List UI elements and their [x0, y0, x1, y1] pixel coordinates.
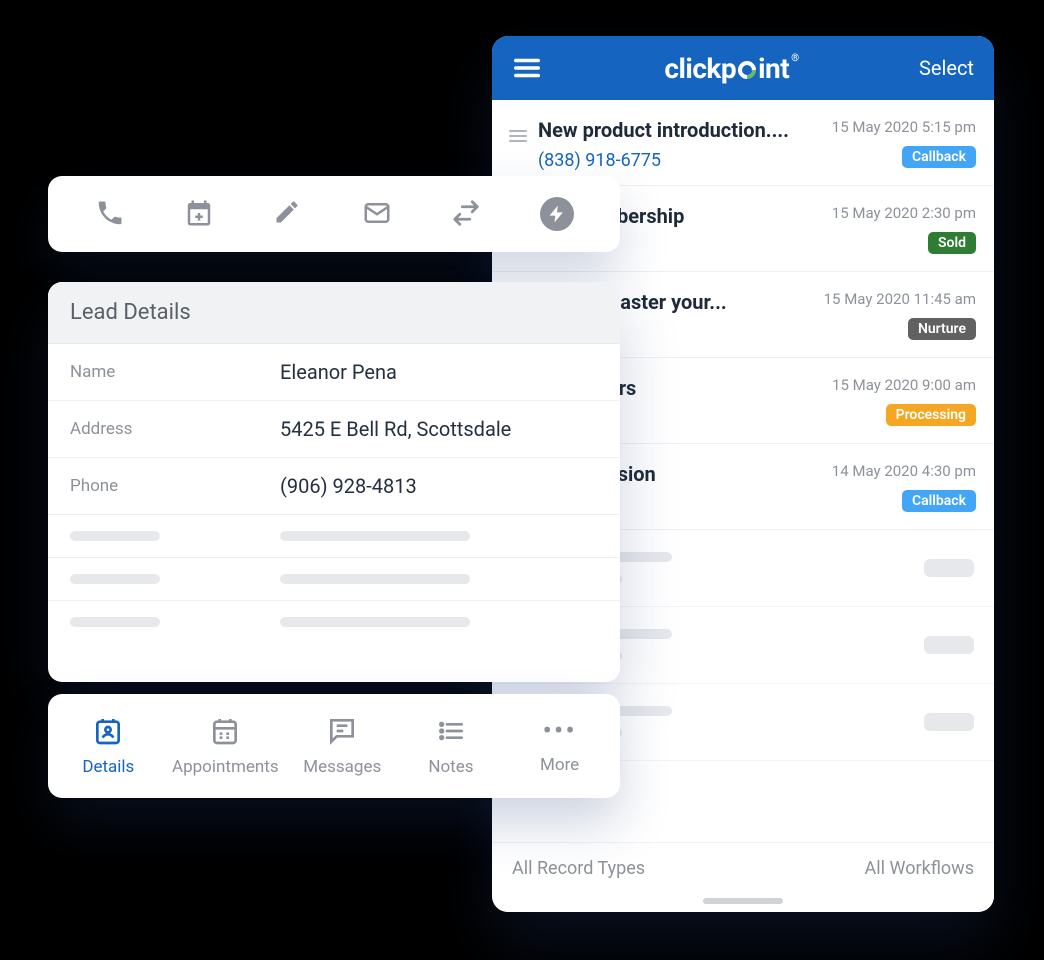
select-button[interactable]: Select: [919, 56, 974, 80]
edit-icon[interactable]: [273, 198, 305, 230]
lead-details-title: Lead Details: [70, 300, 598, 325]
brand-o-icon: [734, 57, 759, 82]
list-item-time: 15 May 2020 11:45 am: [824, 290, 976, 308]
list-item-time: 15 May 2020 9:00 am: [832, 376, 976, 394]
transfer-icon[interactable]: [451, 198, 483, 230]
tab-details[interactable]: Details: [63, 715, 153, 777]
detail-row-address: Address 5425 E Bell Rd, Scottsdale: [48, 401, 620, 458]
filter-workflows[interactable]: All Workflows: [865, 858, 974, 879]
list-item-title: New product introduction....: [538, 118, 822, 142]
tab-more[interactable]: ••• More: [515, 717, 605, 775]
lead-details-card: Lead Details Name Eleanor Pena Address 5…: [48, 282, 620, 682]
status-badge: Callback: [902, 146, 976, 168]
drag-handle-icon[interactable]: [506, 124, 534, 148]
detail-row-name: Name Eleanor Pena: [48, 344, 620, 401]
detail-row-phone: Phone (906) 928-4813: [48, 458, 620, 515]
tab-label: Details: [82, 757, 134, 777]
detail-row-skeleton: [48, 515, 620, 558]
brand-suffix: int: [758, 52, 789, 85]
lead-details-header: Lead Details: [48, 282, 620, 344]
detail-row-skeleton: [48, 601, 620, 643]
quick-action-icon[interactable]: [540, 197, 574, 231]
actions-toolbar: [48, 176, 620, 252]
list-item-phone[interactable]: (838) 918-6775: [538, 150, 822, 171]
brand-logo: clickpint®: [664, 52, 796, 85]
list-item-time: 14 May 2020 4:30 pm: [832, 462, 976, 480]
list-footer: All Record Types All Workflows: [492, 842, 994, 912]
detail-label: Address: [70, 419, 280, 439]
list-header: clickpint® Select: [492, 36, 994, 100]
tab-label: Notes: [428, 757, 473, 777]
email-icon[interactable]: [362, 198, 394, 230]
tab-label: Appointments: [172, 757, 279, 777]
status-badge: Nurture: [908, 318, 976, 340]
tab-notes[interactable]: Notes: [406, 715, 496, 777]
detail-row-skeleton: [48, 558, 620, 601]
more-icon: •••: [542, 717, 576, 745]
tab-messages[interactable]: Messages: [297, 715, 387, 777]
tabs-bar: Details Appointments Messages Notes ••• …: [48, 694, 620, 798]
detail-value: Eleanor Pena: [280, 360, 397, 384]
detail-value: (906) 928-4813: [280, 474, 417, 498]
call-icon[interactable]: [95, 198, 127, 230]
drag-indicator: [703, 898, 783, 904]
calendar-add-icon[interactable]: [184, 198, 216, 230]
status-badge: Sold: [928, 232, 976, 254]
tab-label: Messages: [303, 757, 381, 777]
list-item[interactable]: New product introduction.... (838) 918-6…: [492, 100, 994, 186]
detail-label: Phone: [70, 476, 280, 496]
status-badge: Processing: [886, 404, 976, 426]
filter-record-types[interactable]: All Record Types: [512, 858, 645, 879]
list-item-time: 15 May 2020 2:30 pm: [832, 204, 976, 222]
tab-appointments[interactable]: Appointments: [172, 715, 279, 777]
detail-label: Name: [70, 362, 280, 382]
brand-prefix: clickp: [664, 52, 736, 85]
detail-value: 5425 E Bell Rd, Scottsdale: [280, 417, 511, 441]
status-badge: Callback: [902, 490, 976, 512]
list-item-time: 15 May 2020 5:15 pm: [832, 118, 976, 136]
tab-label: More: [540, 755, 579, 775]
menu-icon[interactable]: [512, 53, 542, 83]
